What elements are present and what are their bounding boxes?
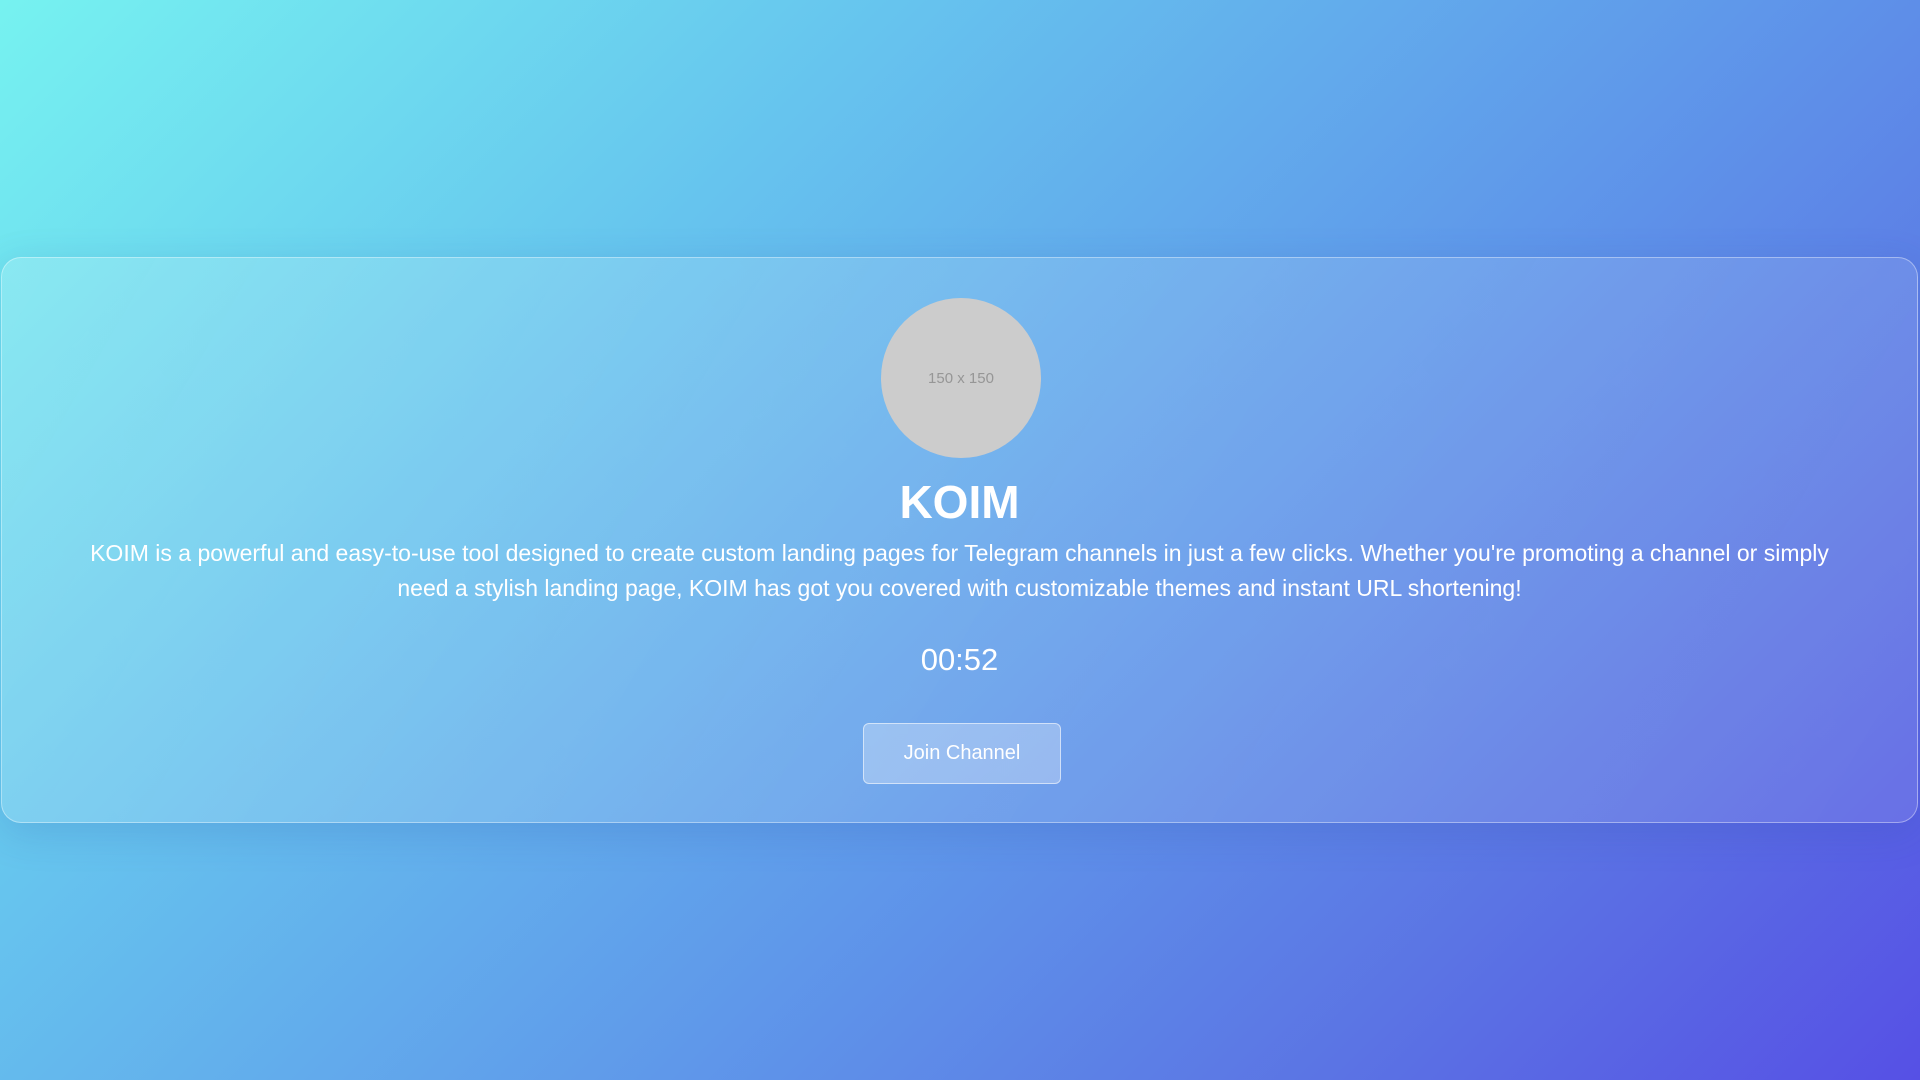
landing-card: 150 x 150 KOIM KOIM is a powerful and ea…	[1, 257, 1918, 823]
avatar-placeholder-label: 150 x 150	[928, 369, 994, 387]
join-channel-button[interactable]: Join Channel	[863, 723, 1061, 784]
channel-title: KOIM	[899, 476, 1020, 528]
channel-avatar: 150 x 150	[881, 298, 1041, 458]
countdown-timer: 00:52	[920, 642, 999, 677]
channel-description: KOIM is a powerful and easy-to-use tool …	[90, 540, 1829, 601]
